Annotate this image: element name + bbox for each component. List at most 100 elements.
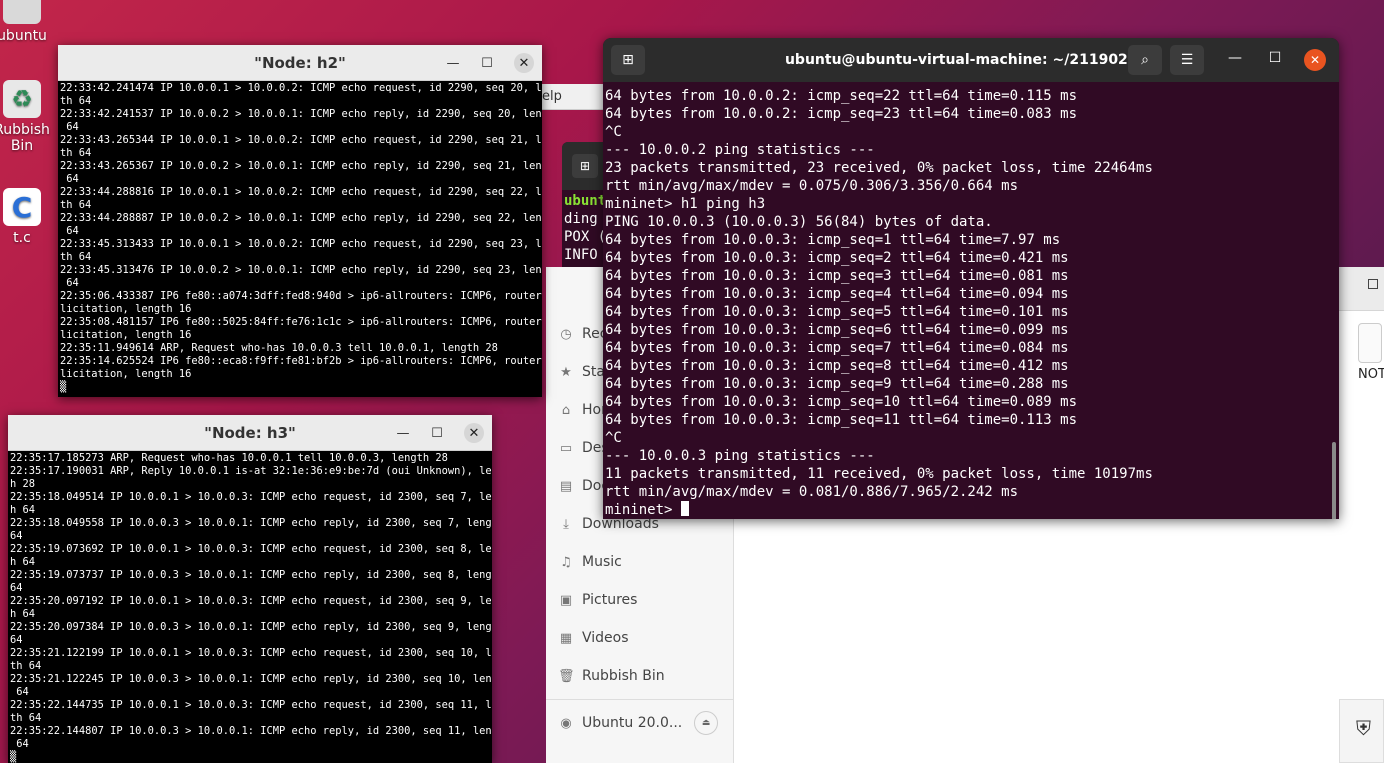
- terminal-line: 64 bytes from 10.0.0.3: icmp_seq=4 ttl=6…: [605, 286, 1069, 302]
- terminal-line: 22:35:22.144807 IP 10.0.0.3 > 10.0.0.1: …: [10, 725, 492, 737]
- terminal-output[interactable]: 22:33:42.241474 IP 10.0.0.1 > 10.0.0.2: …: [58, 81, 542, 395]
- node-h2-window[interactable]: "Node: h2" — ☐ ✕ 22:33:42.241474 IP 10.0…: [58, 45, 542, 397]
- scrollbar[interactable]: [1332, 442, 1336, 519]
- file-label: NOT: [1358, 367, 1384, 382]
- terminal-line: 64: [60, 173, 79, 185]
- terminal-line: 23 packets transmitted, 23 received, 0% …: [605, 160, 1153, 176]
- terminal-line: 64 bytes from 10.0.0.3: icmp_seq=5 ttl=6…: [605, 304, 1069, 320]
- new-tab-button[interactable]: ⊞: [611, 45, 645, 75]
- terminal-line: 22:35:18.049514 IP 10.0.0.1 > 10.0.0.3: …: [10, 491, 492, 503]
- terminal-line: 64 bytes from 10.0.0.3: icmp_seq=1 ttl=6…: [605, 232, 1061, 248]
- minimize-icon[interactable]: —: [446, 56, 460, 71]
- terminal-line: 22:35:18.049558 IP 10.0.0.3 > 10.0.0.1: …: [10, 517, 492, 529]
- trash-icon: 🗑: [558, 668, 575, 684]
- background-window-strip: elp: [540, 84, 610, 110]
- close-icon[interactable]: ✕: [464, 423, 484, 443]
- close-icon[interactable]: ✕: [514, 53, 534, 73]
- window-titlebar[interactable]: "Node: h3" — ☐ ✕: [8, 415, 492, 451]
- terminal-line: 64 bytes from 10.0.0.3: icmp_seq=11 ttl=…: [605, 412, 1078, 428]
- search-icon: ⌕: [1141, 52, 1149, 68]
- terminal-output[interactable]: 22:35:17.185273 ARP, Request who-has 10.…: [8, 451, 492, 763]
- terminal-line: licitation, length 16: [60, 329, 192, 341]
- bg-line: ding: [564, 211, 598, 227]
- terminal-line: ▒: [10, 751, 17, 763]
- sidebar-item-label: Rubbish Bin: [582, 668, 665, 684]
- terminal-line: 22:33:43.265344 IP 10.0.0.1 > 10.0.0.2: …: [60, 134, 542, 146]
- file-item[interactable]: NOT: [1358, 323, 1384, 383]
- terminal-line: 64 bytes from 10.0.0.2: icmp_seq=23 ttl=…: [605, 106, 1078, 122]
- maximize-icon[interactable]: [1368, 279, 1378, 289]
- main-terminal-window[interactable]: ⊞ ubuntu@ubuntu-virtual-machine: ~/21190…: [603, 38, 1339, 519]
- video-icon: ▦: [559, 630, 573, 646]
- terminal-output[interactable]: 64 bytes from 10.0.0.2: icmp_seq=22 ttl=…: [603, 82, 1339, 519]
- desktop-icon-rubbish-bin[interactable]: ♻ Rubbish Bin: [0, 80, 62, 154]
- terminal-line: ^C: [605, 124, 622, 140]
- desktop-icon-label: ubuntu: [0, 28, 47, 44]
- sidebar-item-ubuntu-drive[interactable]: ◉ Ubuntu 20.0... ⏏: [546, 704, 734, 742]
- menu-button[interactable]: ☰: [1170, 45, 1204, 75]
- sidebar-item-videos[interactable]: ▦ Videos: [546, 619, 734, 657]
- search-button[interactable]: ⌕: [1128, 45, 1162, 75]
- terminal-line: th 64: [10, 712, 42, 724]
- window-titlebar[interactable]: "Node: h2" — ☐ ✕: [58, 45, 542, 81]
- desktop-icon-label: Rubbish Bin: [0, 122, 50, 154]
- terminal-line: ^C: [605, 430, 622, 446]
- terminal-prompt: mininet>: [605, 502, 681, 518]
- minimize-icon[interactable]: —: [396, 426, 410, 441]
- terminal-line: 22:35:14.625524 IP6 fe80::eca8:f9ff:fe81…: [60, 355, 542, 367]
- terminal-line: h 28: [10, 478, 36, 490]
- terminal-line: 22:35:17.190031 ARP, Reply 10.0.0.1 is-a…: [10, 465, 492, 477]
- sidebar-item-label: Music: [582, 554, 622, 570]
- terminal-line: th 64: [60, 95, 92, 107]
- desktop-icon: ▭: [559, 440, 573, 456]
- desktop-icon-t-c[interactable]: C t.c: [0, 188, 62, 246]
- terminal-line: 22:35:20.097384 IP 10.0.0.3 > 10.0.0.1: …: [10, 621, 492, 633]
- terminal-line: 22:33:45.313433 IP 10.0.0.1 > 10.0.0.2: …: [60, 238, 542, 250]
- home-icon: ⌂: [561, 402, 571, 418]
- terminal-line: 64: [60, 225, 79, 237]
- disc-icon: ◉: [560, 715, 572, 731]
- sidebar-item-music[interactable]: ♫ Music: [546, 543, 734, 581]
- maximize-icon[interactable]: ☐: [480, 56, 494, 71]
- new-tab-icon: ⊞: [572, 154, 598, 178]
- security-notification[interactable]: ⛨: [1339, 699, 1384, 763]
- sidebar-item-label: Pictures: [582, 592, 638, 608]
- terminal-line: 22:35:17.185273 ARP, Request who-has 10.…: [10, 452, 448, 464]
- terminal-line: 22:35:20.097192 IP 10.0.0.1 > 10.0.0.3: …: [10, 595, 492, 607]
- terminal-line: 64: [60, 277, 79, 289]
- star-icon: ★: [560, 364, 572, 380]
- close-icon[interactable]: ✕: [1304, 49, 1326, 71]
- eject-icon[interactable]: ⏏: [694, 711, 718, 735]
- window-titlebar[interactable]: ⊞ ubuntu@ubuntu-virtual-machine: ~/21190…: [603, 38, 1339, 82]
- terminal-line: 22:35:22.144735 IP 10.0.0.1 > 10.0.0.3: …: [10, 699, 492, 711]
- text-cursor: [680, 501, 689, 516]
- terminal-line: 22:33:44.288816 IP 10.0.0.1 > 10.0.0.2: …: [60, 186, 542, 198]
- minimize-icon[interactable]: —: [1225, 50, 1245, 66]
- terminal-line: 22:35:21.122245 IP 10.0.0.3 > 10.0.0.1: …: [10, 673, 492, 685]
- node-h3-window[interactable]: "Node: h3" — ☐ ✕ 22:35:17.185273 ARP, Re…: [8, 415, 492, 763]
- plus-square-icon: ⊞: [622, 52, 634, 68]
- terminal-line: PING 10.0.0.3 (10.0.0.3) 56(84) bytes of…: [605, 214, 993, 230]
- maximize-icon[interactable]: ☐: [1265, 50, 1285, 66]
- desktop-icon-label: t.c: [13, 230, 31, 246]
- sidebar-item-label: Ubuntu 20.0...: [582, 715, 683, 731]
- window-title: "Node: h3": [204, 423, 296, 442]
- clock-icon: ◷: [560, 326, 572, 342]
- home-folder-icon: [3, 0, 41, 24]
- terminal-line: h 64: [10, 556, 36, 568]
- terminal-line: 64 bytes from 10.0.0.3: icmp_seq=10 ttl=…: [605, 394, 1078, 410]
- terminal-line: 22:35:19.073737 IP 10.0.0.3 > 10.0.0.1: …: [10, 569, 492, 581]
- terminal-line: 64 bytes from 10.0.0.3: icmp_seq=6 ttl=6…: [605, 322, 1069, 338]
- terminal-line: th 64: [60, 251, 92, 263]
- terminal-line: 22:33:45.313476 IP 10.0.0.2 > 10.0.0.1: …: [60, 264, 542, 276]
- maximize-icon[interactable]: ☐: [430, 426, 444, 441]
- terminal-line: --- 10.0.0.2 ping statistics ---: [605, 142, 875, 158]
- background-menu-fragment: elp: [542, 89, 562, 104]
- sidebar-item-rubbish-bin[interactable]: 🗑 Rubbish Bin: [546, 657, 734, 695]
- terminal-line: 64 bytes from 10.0.0.3: icmp_seq=2 ttl=6…: [605, 250, 1069, 266]
- document-icon: ▤: [559, 478, 573, 494]
- terminal-line: licitation, length 16: [60, 303, 192, 315]
- desktop-icon-home[interactable]: ubuntu: [0, 0, 62, 44]
- sidebar-item-pictures[interactable]: ▣ Pictures: [546, 581, 734, 619]
- terminal-line: 22:35:19.073692 IP 10.0.0.1 > 10.0.0.3: …: [10, 543, 492, 555]
